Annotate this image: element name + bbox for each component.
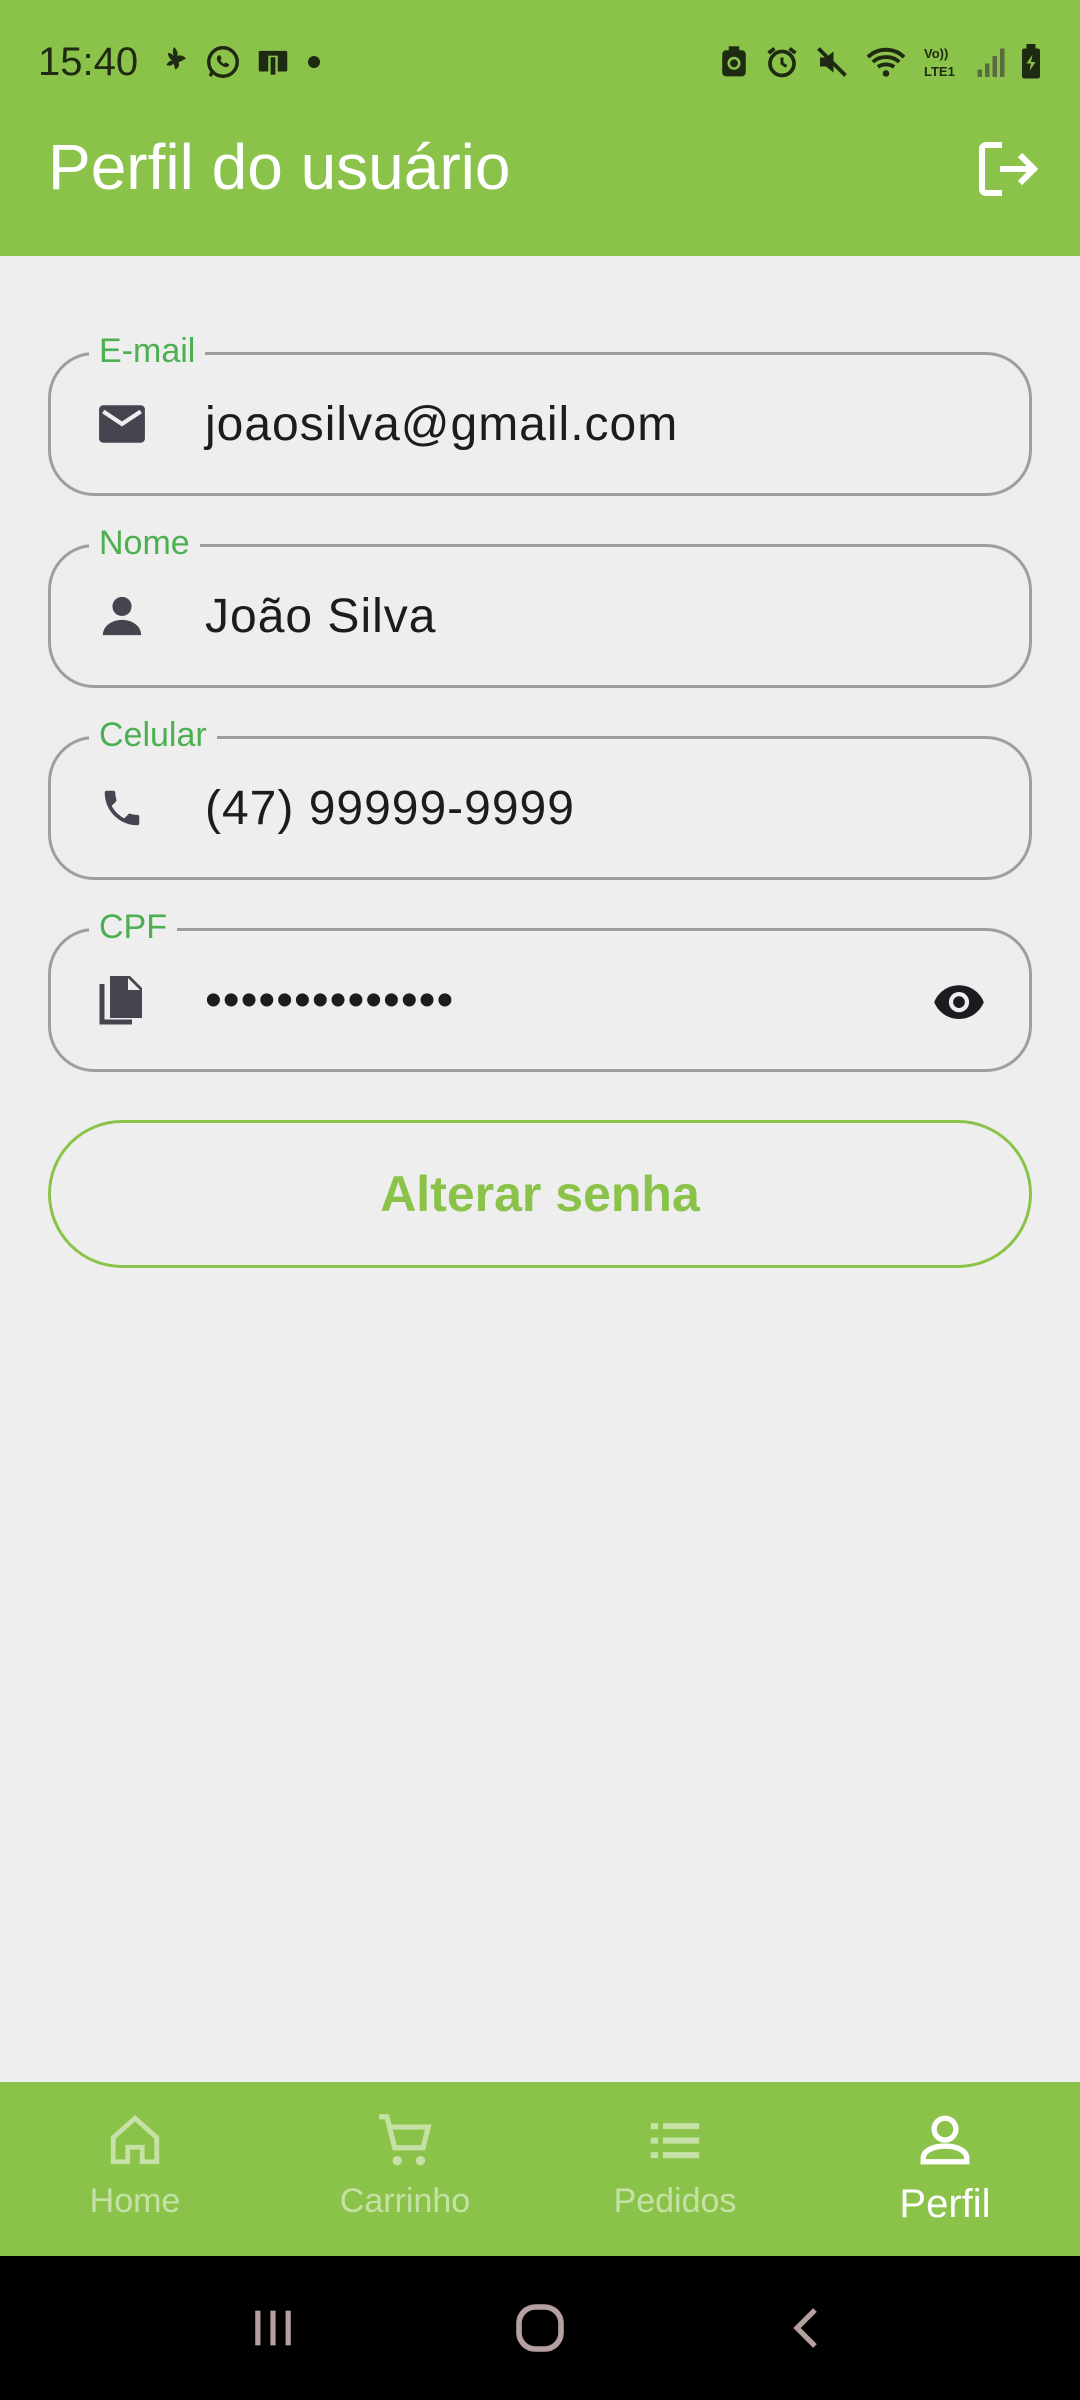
cpf-field[interactable]: CPF •••••••••••••• — [48, 907, 1032, 1072]
name-label: Nome — [89, 523, 200, 563]
home-icon — [103, 2108, 167, 2172]
svg-text:LTE1: LTE1 — [924, 64, 955, 79]
bottom-navigation: Home Carrinho Pedidos Perfil — [0, 2082, 1080, 2256]
battery-icon — [1020, 44, 1042, 80]
email-value[interactable]: joaosilva@gmail.com — [205, 355, 678, 493]
nav-item-cart[interactable]: Carrinho — [270, 2082, 540, 2256]
nav-label-cart: Carrinho — [339, 2182, 471, 2220]
home-circle-icon[interactable] — [500, 2288, 580, 2368]
status-bar: 15:40 Vo)) LTE1 — [0, 0, 1080, 124]
nav-label-orders: Pedidos — [613, 2182, 737, 2220]
cpf-value[interactable]: •••••••••••••• — [205, 931, 454, 1069]
svg-text:Vo)): Vo)) — [924, 46, 948, 61]
nav-label-profile: Perfil — [899, 2182, 991, 2226]
list-icon — [643, 2108, 707, 2172]
person-outline-icon — [913, 2108, 977, 2172]
name-value[interactable]: João Silva — [205, 547, 436, 685]
nav-item-home[interactable]: Home — [0, 2082, 270, 2256]
mail-icon — [93, 395, 151, 453]
logout-icon — [976, 139, 1040, 204]
volte-icon: Vo)) LTE1 — [922, 44, 962, 80]
page-title: Perfil do usuário — [48, 131, 511, 203]
email-field[interactable]: E-mail joaosilva@gmail.com — [48, 331, 1032, 496]
alarm-icon — [764, 44, 800, 80]
mute-icon — [814, 44, 850, 80]
email-label: E-mail — [89, 331, 206, 371]
leaf-icon — [156, 44, 192, 80]
cpf-label: CPF — [89, 907, 177, 947]
person-icon — [93, 587, 151, 645]
status-left-icons — [156, 43, 324, 81]
recents-icon[interactable] — [233, 2288, 313, 2368]
name-field[interactable]: Nome João Silva — [48, 523, 1032, 688]
nav-item-profile[interactable]: Perfil — [810, 2082, 1080, 2256]
wallet-icon — [254, 43, 292, 81]
back-icon[interactable] — [767, 2288, 847, 2368]
nav-label-home: Home — [89, 2182, 181, 2220]
whatsapp-icon — [204, 43, 242, 81]
eye-icon[interactable] — [929, 973, 989, 1029]
cart-icon — [373, 2108, 437, 2172]
status-time: 15:40 — [38, 39, 139, 84]
phone-value[interactable]: (47) 99999-9999 — [205, 739, 575, 877]
phone-label: Celular — [89, 715, 217, 755]
app-bar: 15:40 Vo)) LTE1 Perfil do usuário — [0, 0, 1080, 256]
system-navigation-bar — [0, 2256, 1080, 2400]
dot-icon — [304, 52, 324, 72]
status-right-icons: Vo)) LTE1 — [718, 44, 1042, 80]
file-copy-icon — [93, 971, 151, 1029]
phone-icon — [93, 779, 151, 837]
change-password-button[interactable]: Alterar senha — [48, 1120, 1032, 1268]
signal-icon — [976, 45, 1006, 79]
logout-button[interactable] — [972, 140, 1044, 202]
nav-item-orders[interactable]: Pedidos — [540, 2082, 810, 2256]
recycle-icon — [718, 45, 750, 79]
wifi-icon — [864, 44, 908, 80]
phone-field[interactable]: Celular (47) 99999-9999 — [48, 715, 1032, 880]
